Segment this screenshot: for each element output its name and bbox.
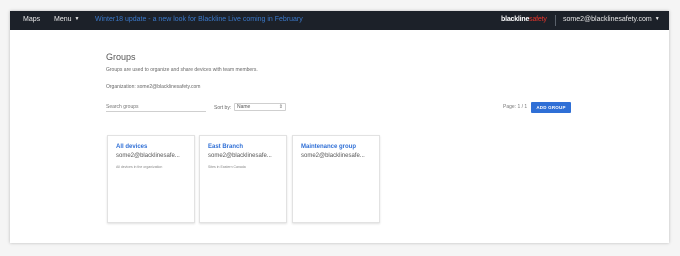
logo-main-text: blackline <box>501 16 530 23</box>
organization-label: Organization: some2@blacklinesafety.com <box>106 84 201 90</box>
caret-down-icon: ▼ <box>74 16 80 22</box>
page-subtitle: Groups are used to organize and share de… <box>106 67 258 73</box>
nav-menu-dropdown[interactable]: Menu ▼ <box>54 16 79 23</box>
sort-by-select[interactable]: Name ⇕ <box>234 103 286 111</box>
add-group-button[interactable]: ADD GROUP <box>531 102 571 113</box>
group-card-owner: some2@blacklinesafe... <box>301 153 365 159</box>
user-email-label: some2@blacklinesafety.com <box>563 16 652 23</box>
group-card-description: Sites in Eastern Canada <box>208 165 246 169</box>
search-groups-input[interactable] <box>106 103 206 112</box>
top-navbar: Maps Menu ▼ Winter18 update - a new look … <box>10 11 669 30</box>
group-card-name[interactable]: All devices <box>116 144 147 150</box>
announcement-banner[interactable]: Winter18 update - a new look for Blackli… <box>95 16 303 23</box>
app-window: Maps Menu ▼ Winter18 update - a new look … <box>10 11 669 243</box>
page-title: Groups <box>106 52 136 62</box>
sort-by-label: Sort by: <box>214 105 232 111</box>
nav-maps-link[interactable]: Maps <box>23 16 40 23</box>
group-card-description: All devices in the organization <box>116 165 163 169</box>
nav-divider <box>555 15 556 26</box>
select-arrows-icon: ⇕ <box>278 104 283 110</box>
brand-logo: blacklinesafety <box>501 16 547 23</box>
pagination-info: Page: 1 / 1 <box>503 104 528 110</box>
caret-down-icon: ▼ <box>654 16 660 22</box>
nav-menu-label: Menu <box>54 16 72 23</box>
group-card-all-devices[interactable]: All devices some2@blacklinesafe... All d… <box>107 135 195 223</box>
group-card-name[interactable]: East Branch <box>208 144 243 150</box>
logo-accent-text: safety <box>529 16 547 23</box>
user-account-dropdown[interactable]: some2@blacklinesafety.com ▼ <box>563 16 660 23</box>
group-card-owner: some2@blacklinesafe... <box>208 153 272 159</box>
group-card-maintenance-group[interactable]: Maintenance group some2@blacklinesafe... <box>292 135 380 223</box>
group-card-name[interactable]: Maintenance group <box>301 144 356 150</box>
group-card-east-branch[interactable]: East Branch some2@blacklinesafe... Sites… <box>199 135 287 223</box>
sort-by-value: Name <box>237 104 251 110</box>
group-card-owner: some2@blacklinesafe... <box>116 153 180 159</box>
